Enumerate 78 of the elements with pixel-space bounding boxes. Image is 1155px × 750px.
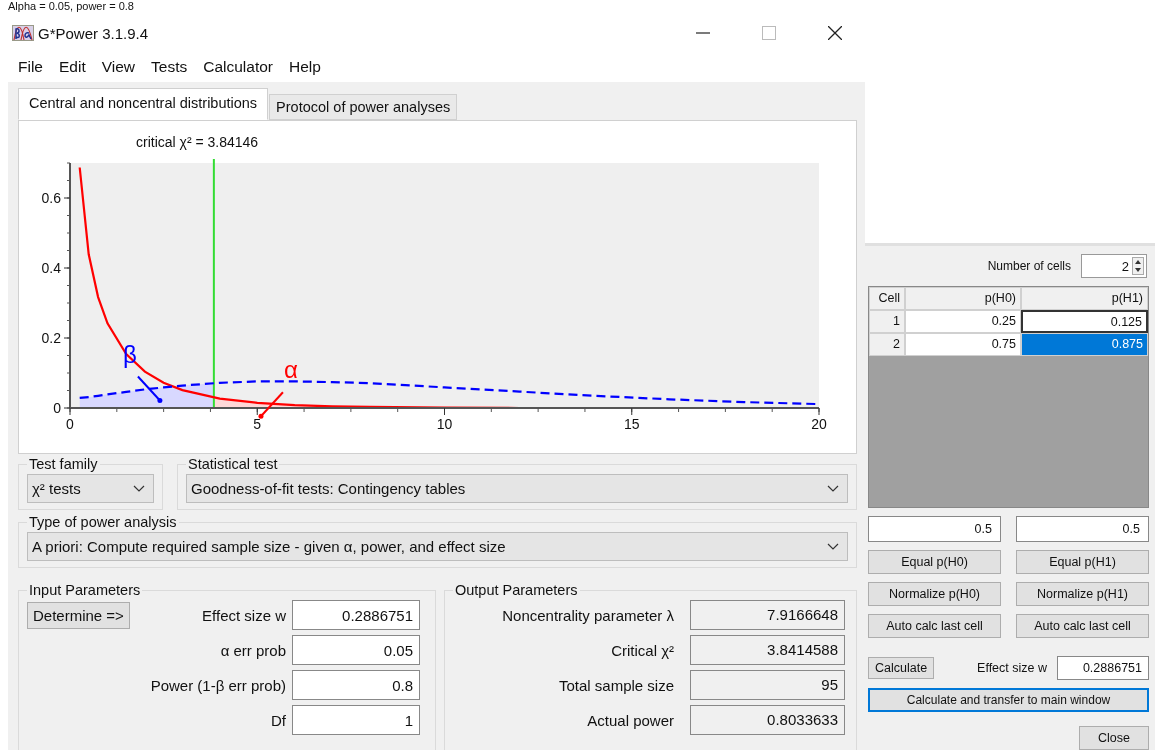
cells-spinner[interactable]: 2 <box>1081 254 1147 278</box>
table-cell[interactable]: 0.875 <box>1021 333 1148 356</box>
y-tick-label: 0.4 <box>41 260 61 276</box>
y-tick-label: 0 <box>53 400 61 416</box>
dialog-button[interactable]: Equal p(H1) <box>1016 550 1149 574</box>
x-tick-label: 0 <box>66 416 74 432</box>
field-label: Power (1-β err prob) <box>149 676 287 694</box>
dialog-button[interactable]: Auto calc last cell <box>868 614 1001 638</box>
input-field[interactable]: 0.5 <box>1016 516 1149 542</box>
chevron-icon <box>827 542 839 551</box>
input-field[interactable]: 0.05 <box>292 635 420 665</box>
spinner-arrows-icon[interactable] <box>1132 257 1144 275</box>
input-field[interactable]: 0.5 <box>868 516 1001 542</box>
input-field[interactable]: 0.8 <box>292 670 420 700</box>
leader-line <box>136 375 163 403</box>
output-field: 7.9166648 <box>690 600 845 630</box>
output-field: 0.2886751 <box>1057 656 1149 680</box>
input-field[interactable]: 0.2886751 <box>292 600 420 630</box>
x-tick-label: 10 <box>436 416 453 432</box>
input-field[interactable]: 1 <box>292 705 420 735</box>
field-label: α err prob <box>219 641 287 659</box>
window-title: G*Power 3.1.9.4 <box>38 24 149 42</box>
menu-item[interactable]: View <box>101 58 136 82</box>
tab[interactable]: Protocol of power analyses <box>269 94 458 120</box>
field-label: Df <box>270 711 287 729</box>
output-field: 0.8033633 <box>690 705 845 735</box>
row-header: 1 <box>869 310 905 333</box>
dialog-button[interactable]: Auto calc last cell <box>1016 614 1149 638</box>
y-tick-label: 0.2 <box>41 330 61 346</box>
determine-button[interactable]: Determine => <box>27 601 130 629</box>
dialog-button[interactable]: Normalize p(H1) <box>1016 582 1149 606</box>
annotation-label: α <box>284 356 298 384</box>
chart-title: critical χ² = 3.84146 <box>136 134 259 150</box>
caption-text: Alpha = 0.05, power = 0.8 <box>7 0 134 13</box>
field-label: Critical χ² <box>610 641 675 659</box>
field-label: Total sample size <box>557 676 675 694</box>
chevron-icon <box>827 484 839 493</box>
tab[interactable]: Central and noncentral distributions <box>18 88 269 120</box>
power-analysis-dropdown[interactable]: A priori: Compute required sample size - given α, power, and effect size <box>27 532 848 561</box>
y-tick-label: 0.6 <box>41 190 61 206</box>
field-label: Actual power <box>586 711 675 729</box>
menu-item[interactable]: Calculator <box>203 58 273 82</box>
close-icon[interactable] <box>828 26 842 40</box>
x-tick-label: 5 <box>253 416 262 432</box>
app-logo-icon <box>12 25 34 41</box>
row-header: 2 <box>869 333 905 356</box>
leader-line <box>258 391 284 419</box>
group-label: Input Parameters <box>28 582 142 598</box>
group-label: Test family <box>28 456 99 472</box>
test-family-dropdown[interactable]: χ² tests <box>27 474 154 503</box>
output-field: 3.8414588 <box>690 635 845 665</box>
table-cell[interactable]: 0.75 <box>905 333 1021 356</box>
x-tick-label: 15 <box>623 416 640 432</box>
table-cell[interactable]: 0.25 <box>905 310 1021 333</box>
column-header: p(H1) <box>1021 287 1148 310</box>
dialog-button[interactable]: Equal p(H0) <box>868 550 1001 574</box>
close-button[interactable]: Close <box>1079 726 1149 750</box>
chevron-icon <box>133 484 145 493</box>
group-label: Type of power analysis <box>28 514 178 530</box>
statistical-test-dropdown[interactable]: Goodness-of-fit tests: Contingency tables <box>186 474 848 503</box>
column-header: Cell <box>869 287 905 310</box>
output-field: 95 <box>690 670 845 700</box>
x-tick-label: 20 <box>811 416 827 432</box>
field-label: Effect size w <box>977 661 1047 675</box>
column-header: p(H0) <box>905 287 1021 310</box>
calculate-button[interactable]: Calculate <box>868 657 935 679</box>
transfer-button[interactable]: Calculate and transfer to main window <box>868 688 1149 712</box>
dialog-button[interactable]: Normalize p(H0) <box>868 582 1001 606</box>
group-label: Statistical test <box>187 456 279 472</box>
menu-item[interactable]: File <box>18 58 43 82</box>
table-cell[interactable]: 0.125 <box>1021 310 1148 333</box>
group-label: Output Parameters <box>454 582 579 598</box>
field-label: Number of cells <box>987 259 1071 273</box>
menu-item[interactable]: Help <box>289 58 321 82</box>
field-label: Effect size w <box>201 606 287 624</box>
field-label: Noncentrality parameter λ <box>501 606 675 624</box>
menu-item[interactable]: Edit <box>59 58 86 82</box>
menu-item[interactable]: Tests <box>151 58 188 82</box>
